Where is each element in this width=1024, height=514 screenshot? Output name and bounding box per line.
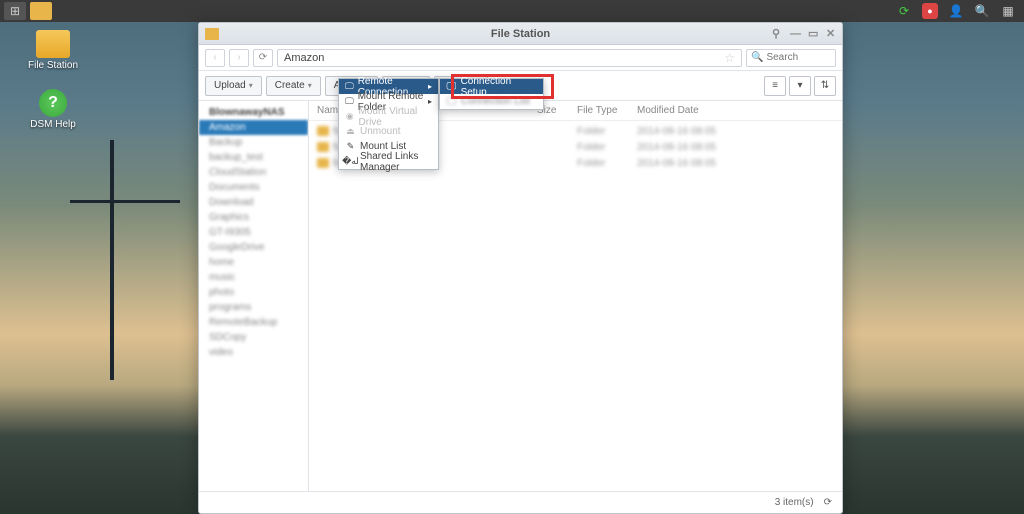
folder-icon — [317, 142, 329, 152]
sidebar-item[interactable]: home — [199, 255, 308, 270]
taskbar-right: ⟳ ● 👤 🔍 ▦ — [896, 3, 1024, 19]
sidebar-item[interactable]: video — [199, 345, 308, 360]
back-button[interactable]: ‹ — [205, 49, 225, 67]
folder-icon — [36, 30, 70, 58]
tools-dropdown: 🖵 Remote Connection ▸ 🖵 Mount Remote Fol… — [338, 78, 439, 170]
remote-connection-submenu: 🖵 Connection Setup 🖵 Connection List — [439, 78, 544, 110]
submenu-connection-list[interactable]: 🖵 Connection List — [440, 94, 543, 109]
caret-icon: ▾ — [249, 81, 253, 90]
forward-button[interactable]: › — [229, 49, 249, 67]
path-text: Amazon — [284, 52, 324, 64]
search-icon: 🔍 — [751, 52, 763, 63]
list-icon: ✎ — [345, 141, 356, 152]
refresh-icon[interactable]: ⟳ — [896, 3, 912, 19]
sidebar-item[interactable]: programs — [199, 300, 308, 315]
col-type[interactable]: File Type — [577, 105, 637, 116]
grid-icon: ⊞ — [7, 3, 23, 19]
sidebar-item[interactable]: Graphics — [199, 210, 308, 225]
sidebar-item[interactable]: photo — [199, 285, 308, 300]
pin-icon[interactable]: ⚲ — [772, 29, 782, 39]
widgets-icon[interactable]: ▦ — [1000, 3, 1016, 19]
sidebar-item[interactable]: music — [199, 270, 308, 285]
chevron-right-icon: ▸ — [428, 82, 432, 91]
sidebar-item[interactable]: RemoteBackup — [199, 315, 308, 330]
sidebar-item[interactable]: GoogleDrive — [199, 240, 308, 255]
window-titlebar[interactable]: File Station ⚲ — ▭ ✕ — [199, 23, 842, 45]
maximize-button[interactable]: ▭ — [808, 29, 818, 39]
sidebar-item[interactable]: SDCopy — [199, 330, 308, 345]
folder-icon — [205, 28, 219, 40]
item-count: 3 item(s) — [775, 497, 814, 508]
sidebar-item[interactable]: backup_test — [199, 150, 308, 165]
path-bar[interactable]: Amazon ☆ — [277, 49, 742, 67]
file-station-label: File Station — [28, 60, 78, 71]
search-input[interactable] — [766, 52, 826, 63]
sidebar-item[interactable]: Backup — [199, 135, 308, 150]
user-icon[interactable]: 👤 — [948, 3, 964, 19]
help-icon: ? — [39, 89, 67, 117]
file-station-desktop-icon[interactable]: File Station — [28, 30, 78, 71]
menu-shared-links[interactable]: �له Shared Links Manager — [339, 154, 438, 169]
star-icon[interactable]: ☆ — [724, 51, 735, 65]
submenu-connection-setup[interactable]: 🖵 Connection Setup — [440, 79, 543, 94]
eject-icon: ⏏ — [345, 126, 356, 137]
refresh-button[interactable]: ⟳ — [253, 49, 273, 67]
minimize-button[interactable]: — — [790, 29, 800, 39]
sidebar-item[interactable]: Download — [199, 195, 308, 210]
background-crane — [60, 140, 180, 390]
upload-button[interactable]: Upload▾ — [205, 76, 262, 96]
sidebar-item[interactable]: CloudStation — [199, 165, 308, 180]
notification-icon[interactable]: ● — [922, 3, 938, 19]
folder-icon — [317, 126, 329, 136]
view-caret-button[interactable]: ▾ — [789, 76, 811, 96]
list-view-button[interactable]: ≡ — [764, 76, 786, 96]
close-button[interactable]: ✕ — [826, 29, 836, 39]
dsm-help-desktop-icon[interactable]: ? DSM Help — [28, 89, 78, 130]
desktop-icons: File Station ? DSM Help — [28, 30, 78, 130]
create-button[interactable]: Create▾ — [266, 76, 321, 96]
sidebar-item-amazon[interactable]: Amazon — [199, 120, 308, 135]
window-controls: ⚲ — ▭ ✕ — [772, 29, 836, 39]
view-controls: ≡ ▾ ⇅ — [764, 76, 836, 96]
monitor-icon: 🖵 — [345, 96, 354, 107]
taskbar: ⊞ ⟳ ● 👤 🔍 ▦ — [0, 0, 1024, 22]
search-box[interactable]: 🔍 — [746, 49, 836, 67]
share-icon: �له — [345, 156, 356, 167]
folder-tree: BlownawayNAS Amazon Backup backup_test C… — [199, 101, 309, 491]
status-bar: 3 item(s) ⟳ — [199, 491, 842, 513]
col-modified[interactable]: Modified Date — [637, 105, 834, 116]
refresh-icon[interactable]: ⟳ — [824, 497, 832, 508]
taskbar-left: ⊞ — [0, 2, 52, 20]
disc-icon: ◉ — [345, 111, 355, 122]
monitor-icon: 🖵 — [446, 96, 457, 107]
window-title: File Station — [491, 28, 550, 40]
monitor-icon: 🖵 — [345, 81, 354, 92]
app-grid-button[interactable]: ⊞ — [4, 2, 26, 20]
file-station-taskbar-button[interactable] — [30, 2, 52, 20]
sidebar-item[interactable]: GT-I9305 — [199, 225, 308, 240]
sort-button[interactable]: ⇅ — [814, 76, 836, 96]
sidebar-item[interactable]: Documents — [199, 180, 308, 195]
monitor-icon: 🖵 — [446, 81, 457, 92]
navbar: ‹ › ⟳ Amazon ☆ 🔍 — [199, 45, 842, 71]
caret-icon: ▾ — [308, 81, 312, 90]
content-area: BlownawayNAS Amazon Backup backup_test C… — [199, 101, 842, 491]
sidebar-root[interactable]: BlownawayNAS — [199, 105, 308, 120]
search-icon[interactable]: 🔍 — [974, 3, 990, 19]
dsm-help-label: DSM Help — [30, 119, 76, 130]
menu-mount-virtual-drive: ◉ Mount Virtual Drive — [339, 109, 438, 124]
folder-icon — [317, 158, 329, 168]
